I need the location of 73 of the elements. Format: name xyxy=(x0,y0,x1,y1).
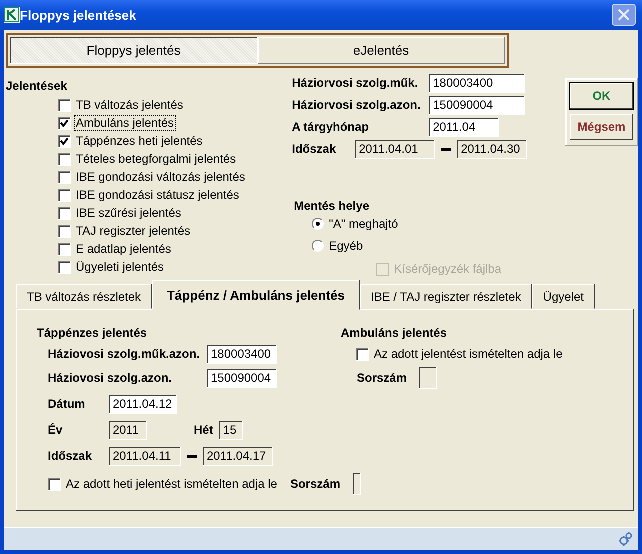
text-field[interactable]: 2011.04.30 xyxy=(457,140,528,158)
tab[interactable]: Táppénz / Ambuláns jelentés xyxy=(152,280,360,310)
text-field[interactable]: 180003400 xyxy=(429,74,526,92)
text-field[interactable]: 2011 xyxy=(109,420,147,440)
radio-label: "A" meghajtó xyxy=(328,217,400,231)
field-label: Sorszám xyxy=(290,477,340,491)
field-label: Dátum xyxy=(48,397,86,411)
checkbox-label: TAJ regiszter jelentés xyxy=(75,224,192,238)
section-title: Táppénzes jelentés xyxy=(37,326,148,342)
checkbox[interactable] xyxy=(58,170,71,184)
checkbox[interactable] xyxy=(58,206,71,220)
field-label: Háziovosi szolg.műk.azon. xyxy=(48,347,202,361)
checkbox-label: Az adott jelentést ismételten adja le xyxy=(373,347,564,361)
radio-label: Egyéb xyxy=(328,239,364,253)
section-title: Mentés helye xyxy=(294,199,370,213)
checkbox[interactable] xyxy=(58,242,71,256)
tab[interactable]: Ügyelet xyxy=(532,284,595,309)
checkbox[interactable] xyxy=(356,348,369,360)
radio-button[interactable] xyxy=(312,218,324,230)
tab[interactable]: TB változás részletek xyxy=(16,284,152,309)
text-field[interactable]: 2011.04.01 xyxy=(355,140,436,158)
checkbox[interactable] xyxy=(58,188,71,202)
text-field[interactable]: 15 xyxy=(219,420,244,440)
gears-icon xyxy=(618,531,634,547)
checkbox-label: Táppénzes heti jelentés xyxy=(75,134,204,148)
field-label: Háziorvosi szolg.műk. xyxy=(292,76,420,90)
checkbox-label: IBE szűrési jelentés xyxy=(75,206,182,220)
field-label: Év xyxy=(48,423,64,437)
text-field[interactable]: 150090004 xyxy=(429,96,526,114)
radio-button[interactable] xyxy=(312,240,324,252)
field-label: Hét xyxy=(194,423,214,437)
text-field[interactable]: 2011.04.11 xyxy=(109,446,181,466)
checkbox-label: Tételes betegforgalmi jelentés xyxy=(75,152,238,166)
ok-button[interactable]: OK xyxy=(570,83,633,109)
checkbox[interactable] xyxy=(58,224,71,238)
checkbox[interactable] xyxy=(58,98,71,112)
checkbox-label: Ambuláns jelentés xyxy=(75,116,176,130)
close-icon xyxy=(618,9,630,21)
mode-tab[interactable]: eJelentés xyxy=(258,37,505,64)
text-field[interactable]: 180003400 xyxy=(207,344,277,364)
window-title: Floppys jelentések xyxy=(20,8,138,22)
section-title: Ambuláns jelentés xyxy=(341,326,448,342)
checkbox-label: Kísérőjegyzék fájlba xyxy=(393,262,503,276)
checkbox-label: TB változás jelentés xyxy=(75,98,184,112)
checkbox-label: Ügyeleti jelentés xyxy=(75,260,166,274)
dash-separator xyxy=(441,148,452,150)
checkbox[interactable] xyxy=(48,478,61,490)
checkbox-label: IBE gondozási státusz jelentés xyxy=(75,188,240,202)
field-label: Időszak xyxy=(292,142,338,156)
field-label: Időszak xyxy=(48,449,94,463)
field-label: A tárgyhónap xyxy=(292,120,370,134)
mode-tab[interactable]: Floppys jelentés xyxy=(10,37,258,64)
section-title: Jelentések xyxy=(6,79,68,93)
text-field[interactable]: 2011.04 xyxy=(429,118,500,136)
cancel-button[interactable]: Mégsem xyxy=(570,114,633,140)
text-field[interactable] xyxy=(419,367,438,389)
checkbox[interactable] xyxy=(58,116,71,130)
text-field[interactable] xyxy=(352,473,360,495)
checkbox-label: Az adott heti jelentést ismételten adja le xyxy=(65,477,278,491)
text-field[interactable]: 2011.04.17 xyxy=(203,446,273,466)
checkbox[interactable] xyxy=(58,152,71,166)
app-icon xyxy=(4,7,20,23)
checkbox[interactable] xyxy=(58,134,71,148)
checkbox[interactable] xyxy=(58,260,71,274)
field-label: Háziorvosi szolg.azon. xyxy=(292,98,422,112)
checkbox-label: E adatlap jelentés xyxy=(75,242,172,256)
checkbox-label: IBE gondozási változás jelentés xyxy=(75,170,246,184)
dash-separator xyxy=(187,454,197,458)
field-label: Sorszám xyxy=(357,371,408,385)
text-field[interactable]: 2011.04.12 xyxy=(109,394,177,414)
tab[interactable]: IBE / TAJ regiszter részletek xyxy=(360,284,532,309)
text-field[interactable]: 150090004 xyxy=(207,368,277,388)
field-label: Háziovosi szolg.azon. xyxy=(48,371,174,385)
